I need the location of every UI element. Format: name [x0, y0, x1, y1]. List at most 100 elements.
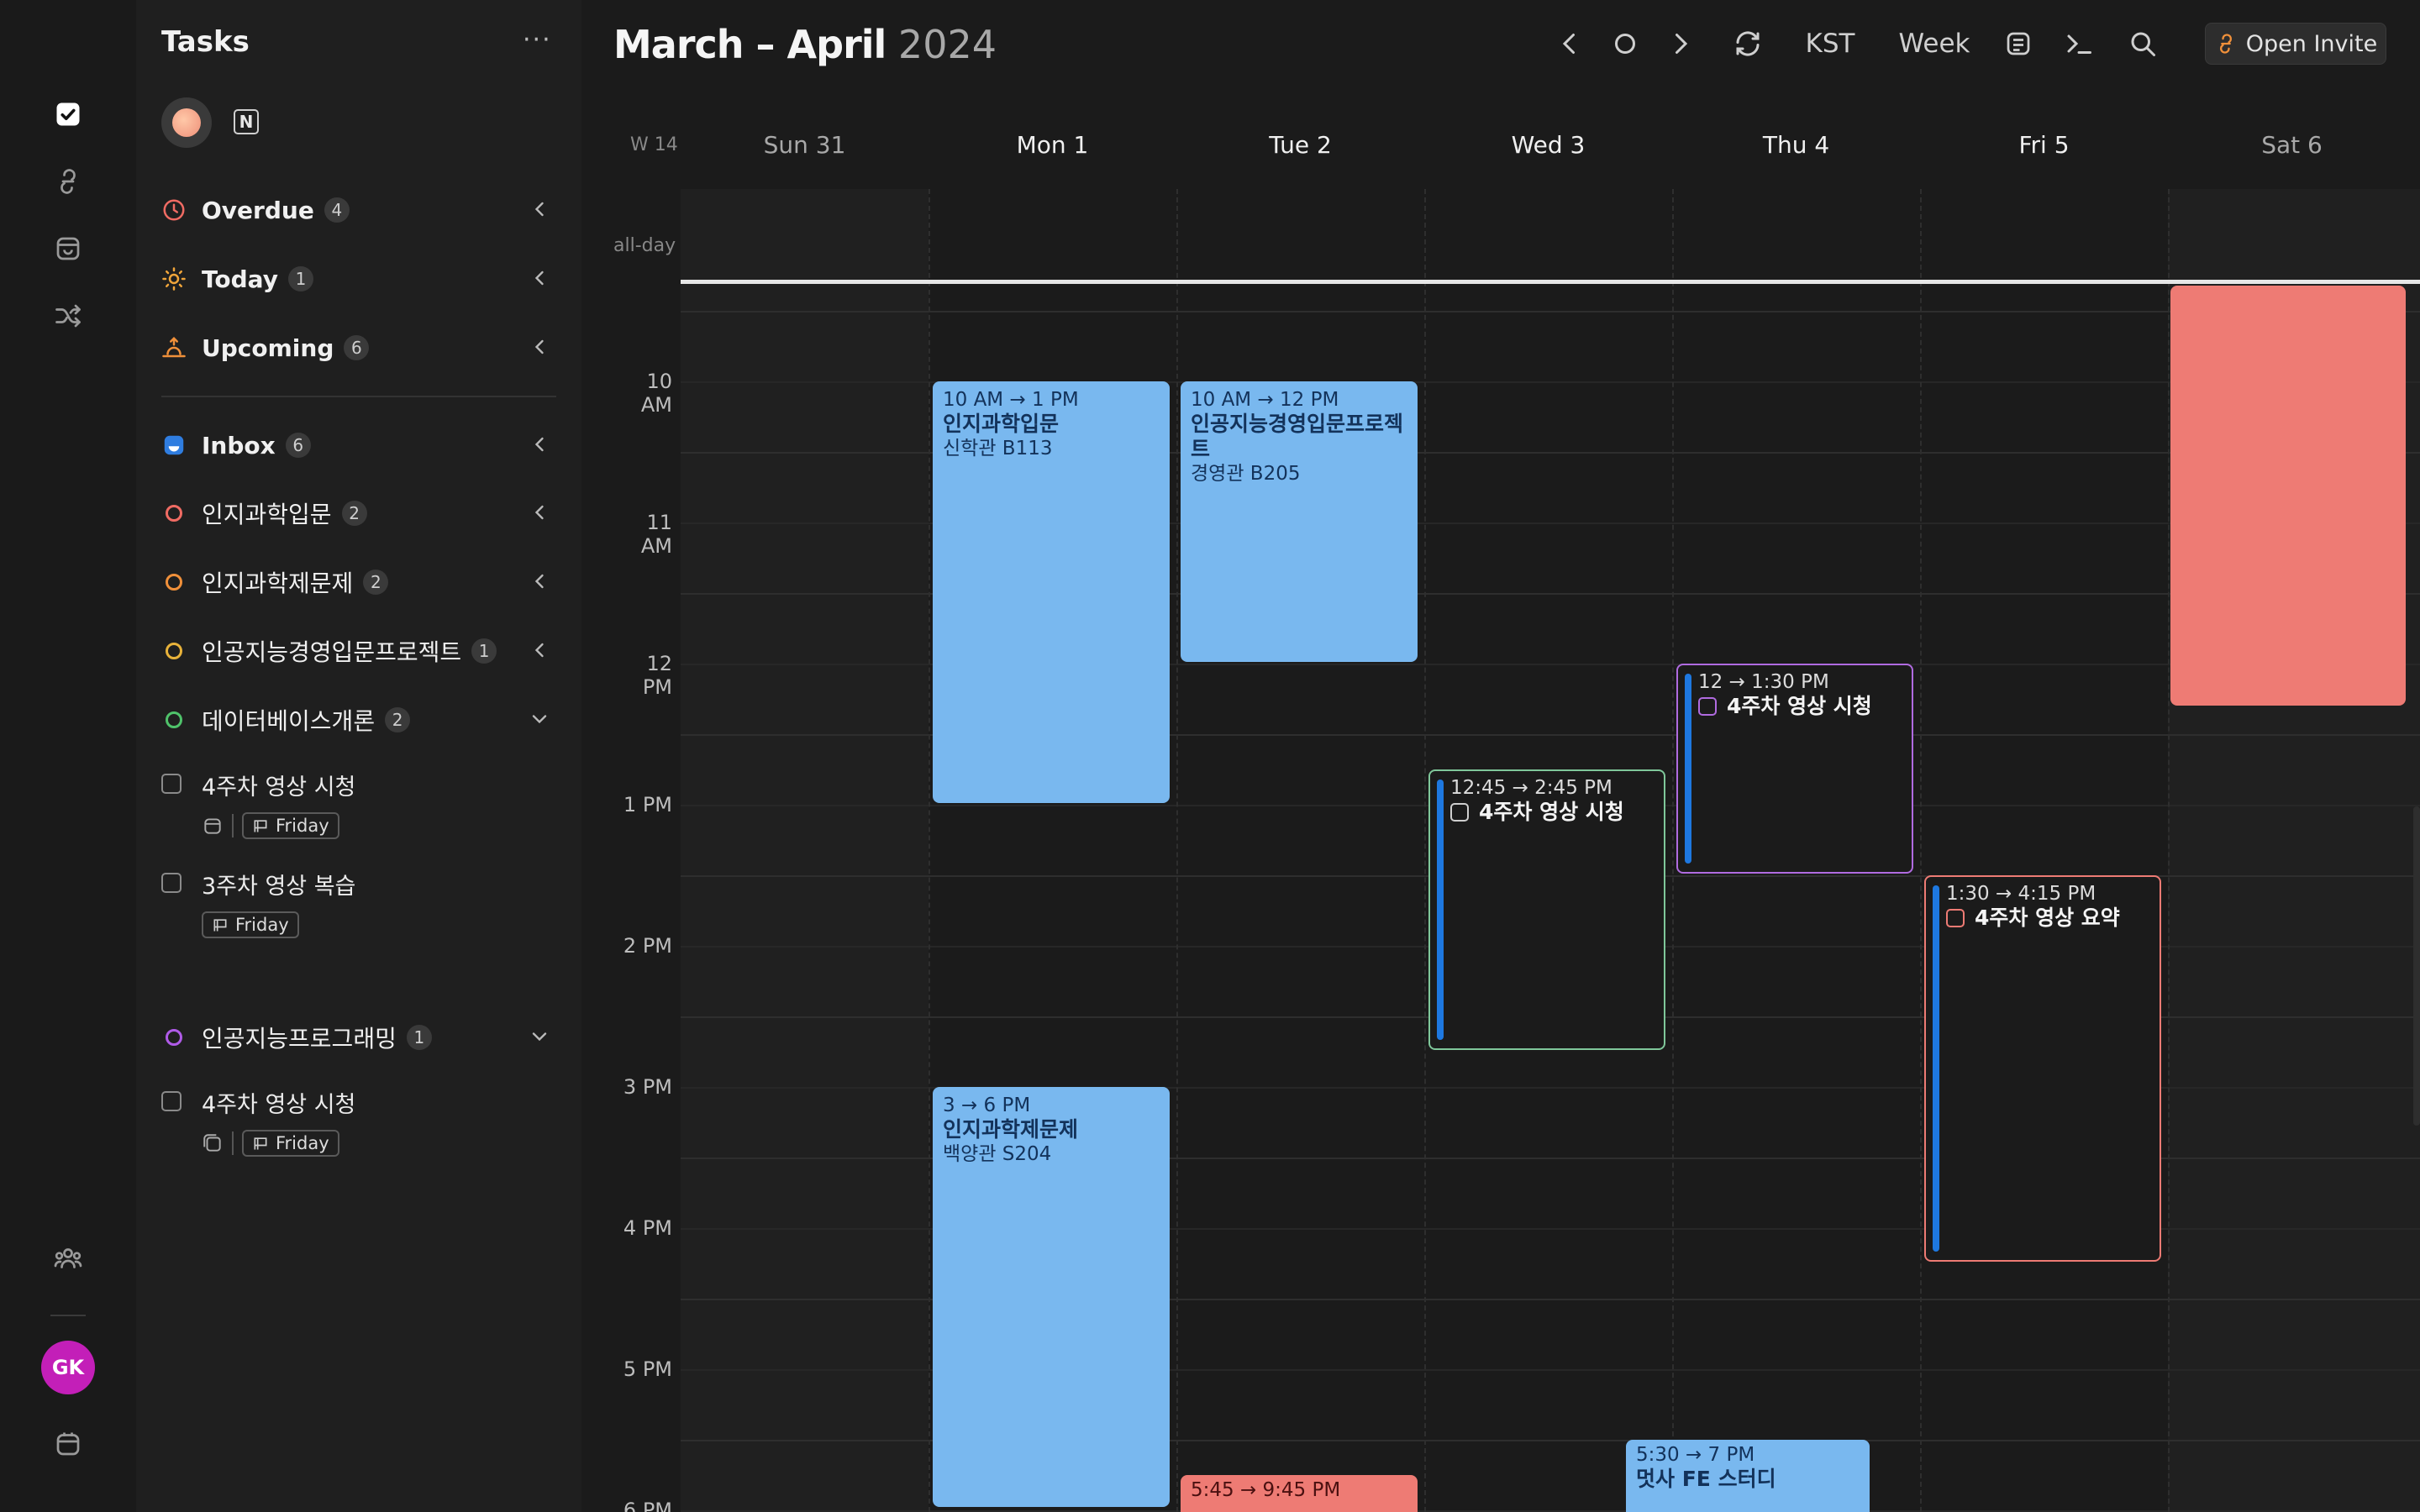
due-date-label: Friday	[276, 816, 329, 836]
chevron-left-icon[interactable]	[528, 335, 551, 359]
timezone-button[interactable]: KST	[1797, 27, 1864, 60]
event-location: 경영관 B205	[1191, 463, 1301, 485]
task-event-card[interactable]: 12:45 → 2:45 PM 4주차 영상 시청	[1428, 769, 1665, 1050]
clock-icon	[161, 197, 187, 223]
hour-label: 12 PM	[642, 652, 672, 699]
sidebar-item-upcoming[interactable]: Upcoming 6	[161, 327, 556, 369]
chevron-left-icon[interactable]	[528, 197, 551, 221]
event-card[interactable]: 5:30 → 7 PM 멋사 FE 스터디	[1626, 1440, 1870, 1512]
event-time: 12 → 1:30 PM	[1698, 671, 1829, 693]
sidebar-project-ai-business[interactable]: 인공지능경영입문프로젝트 1	[161, 630, 556, 672]
chevron-left-icon[interactable]	[528, 501, 551, 524]
day-header-mon[interactable]: Mon 1	[929, 131, 1176, 159]
task-event-bar	[1933, 885, 1939, 1252]
sidebar-item-inbox[interactable]: Inbox 6	[161, 424, 556, 466]
due-date-label: Friday	[276, 1133, 329, 1153]
due-date-chip[interactable]: Friday	[242, 1130, 339, 1157]
calendar-app-icon[interactable]	[48, 1424, 88, 1464]
count-badge: 4	[324, 197, 350, 223]
chevron-left-icon[interactable]	[528, 570, 551, 593]
chevron-down-icon[interactable]	[528, 1025, 551, 1048]
vertical-scrollbar[interactable]	[2413, 806, 2420, 1126]
command-button[interactable]	[2062, 27, 2096, 60]
day-header-thu[interactable]: Thu 4	[1672, 131, 1920, 159]
sidebar-project-cogsci-intro[interactable]: 인지과학입문 2	[161, 492, 556, 534]
sidebar-item-label: 인공지능경영입문프로젝트	[202, 638, 462, 666]
task-event-card[interactable]: 12 → 1:30 PM 4주차 영상 시청	[1676, 664, 1913, 874]
search-icon	[2131, 32, 2155, 56]
weekend-column-bg	[681, 189, 929, 1512]
task-event-bar	[1437, 780, 1444, 1040]
hour-label: 5 PM	[623, 1357, 672, 1381]
task-checkbox[interactable]	[161, 1091, 182, 1111]
day-header-fri[interactable]: Fri 5	[1920, 131, 2168, 159]
sunrise-icon	[161, 335, 187, 360]
team-icon[interactable]	[48, 1238, 88, 1278]
week-grid[interactable]: 10 AM → 1 PM 인지과학입문 신학관 B113 10 AM → 12 …	[681, 189, 2420, 1512]
event-time: 1:30 → 4:15 PM	[1946, 883, 2096, 905]
hour-label: 2 PM	[623, 934, 672, 958]
due-date-chip[interactable]: Friday	[242, 812, 339, 839]
shuffle-icon[interactable]	[48, 296, 88, 336]
event-card[interactable]: 10 AM → 1 PM 인지과학입문 신학관 B113	[933, 381, 1170, 803]
count-badge: 2	[363, 570, 389, 595]
calendar-main: March – April 2024 KST Week Open Invite	[581, 0, 2420, 1512]
app-window: GK Tasks ··· N Overdue 4 Today 1 Upcomin…	[0, 0, 2420, 1512]
chip-divider	[232, 814, 234, 837]
task-checkbox[interactable]	[161, 774, 182, 794]
agenda-button[interactable]	[2002, 27, 2035, 60]
task-checkbox[interactable]	[161, 873, 182, 893]
day-header-sat[interactable]: Sat 6	[2168, 131, 2416, 159]
user-avatar[interactable]: GK	[41, 1341, 95, 1394]
task-event-card[interactable]: 1:30 → 4:15 PM 4주차 영상 요약	[1924, 875, 2161, 1262]
event-card[interactable]: 10 AM → 12 PM 인공지능경영입문프로젝트 경영관 B205	[1181, 381, 1418, 662]
sidebar-item-label: 인지과학제문제	[202, 570, 354, 597]
task-event-checkbox[interactable]	[1698, 697, 1717, 716]
next-week-button[interactable]	[1664, 27, 1697, 60]
chevron-left-icon[interactable]	[528, 266, 551, 290]
day-header-tue[interactable]: Tue 2	[1176, 131, 1424, 159]
chip-divider	[232, 1131, 234, 1155]
chevron-left-icon[interactable]	[528, 433, 551, 456]
title-year: 2024	[897, 22, 997, 67]
sidebar-item-label: Inbox	[202, 431, 276, 459]
sidebar-item-label: Upcoming	[202, 333, 334, 362]
event-location: 백양관 S204	[943, 1143, 1052, 1165]
prev-week-button[interactable]	[1553, 27, 1586, 60]
current-time-line	[681, 280, 2420, 284]
count-badge: 2	[341, 501, 367, 526]
event-title: 인공지능경영입문프로젝트	[1191, 412, 1404, 461]
today-button[interactable]	[1608, 27, 1642, 60]
sidebar-item-overdue[interactable]: Overdue 4	[161, 189, 556, 231]
sidebar-item-today[interactable]: Today 1	[161, 258, 556, 300]
sidebar-project-database[interactable]: 데이터베이스개론 2	[161, 699, 556, 741]
chevron-down-icon[interactable]	[528, 707, 551, 731]
more-options-icon[interactable]: ···	[523, 25, 552, 55]
day-header-wed[interactable]: Wed 3	[1424, 131, 1672, 159]
event-saturday-block[interactable]	[2170, 286, 2406, 706]
inbox-tray-icon[interactable]	[48, 228, 88, 269]
notion-source-icon[interactable]: N	[234, 109, 259, 134]
task-event-checkbox[interactable]	[1450, 803, 1469, 822]
event-card[interactable]: 5:45 → 9:45 PM	[1181, 1475, 1418, 1512]
left-rail: GK	[0, 0, 137, 1512]
todoist-source-icon[interactable]	[161, 97, 212, 148]
event-location: 신학관 B113	[943, 438, 1053, 459]
open-invite-button[interactable]: Open Invite	[2205, 23, 2386, 65]
day-header-sun[interactable]: Sun 31	[681, 131, 929, 159]
view-selector[interactable]: Week	[1892, 27, 1976, 60]
tasks-checkbox-icon[interactable]	[48, 94, 88, 134]
sidebar-project-ai-programming[interactable]: 인공지능프로그래밍 1	[161, 1016, 556, 1058]
sidebar-project-cogsci-issues[interactable]: 인지과학제문제 2	[161, 561, 556, 603]
project-ring-icon	[161, 570, 187, 595]
event-card[interactable]: 3 → 6 PM 인지과학제문제 백양관 S204	[933, 1087, 1170, 1507]
sync-icon	[1736, 31, 1760, 56]
task-event-checkbox[interactable]	[1946, 909, 1965, 927]
link-icon[interactable]	[48, 161, 88, 202]
due-date-chip[interactable]: Friday	[202, 911, 299, 938]
chevron-left-icon[interactable]	[528, 638, 551, 662]
title-month-range: March – April	[613, 22, 886, 67]
search-button[interactable]	[2126, 27, 2160, 60]
sync-button[interactable]	[1731, 27, 1765, 60]
event-time: 5:30 → 7 PM	[1636, 1444, 1755, 1466]
